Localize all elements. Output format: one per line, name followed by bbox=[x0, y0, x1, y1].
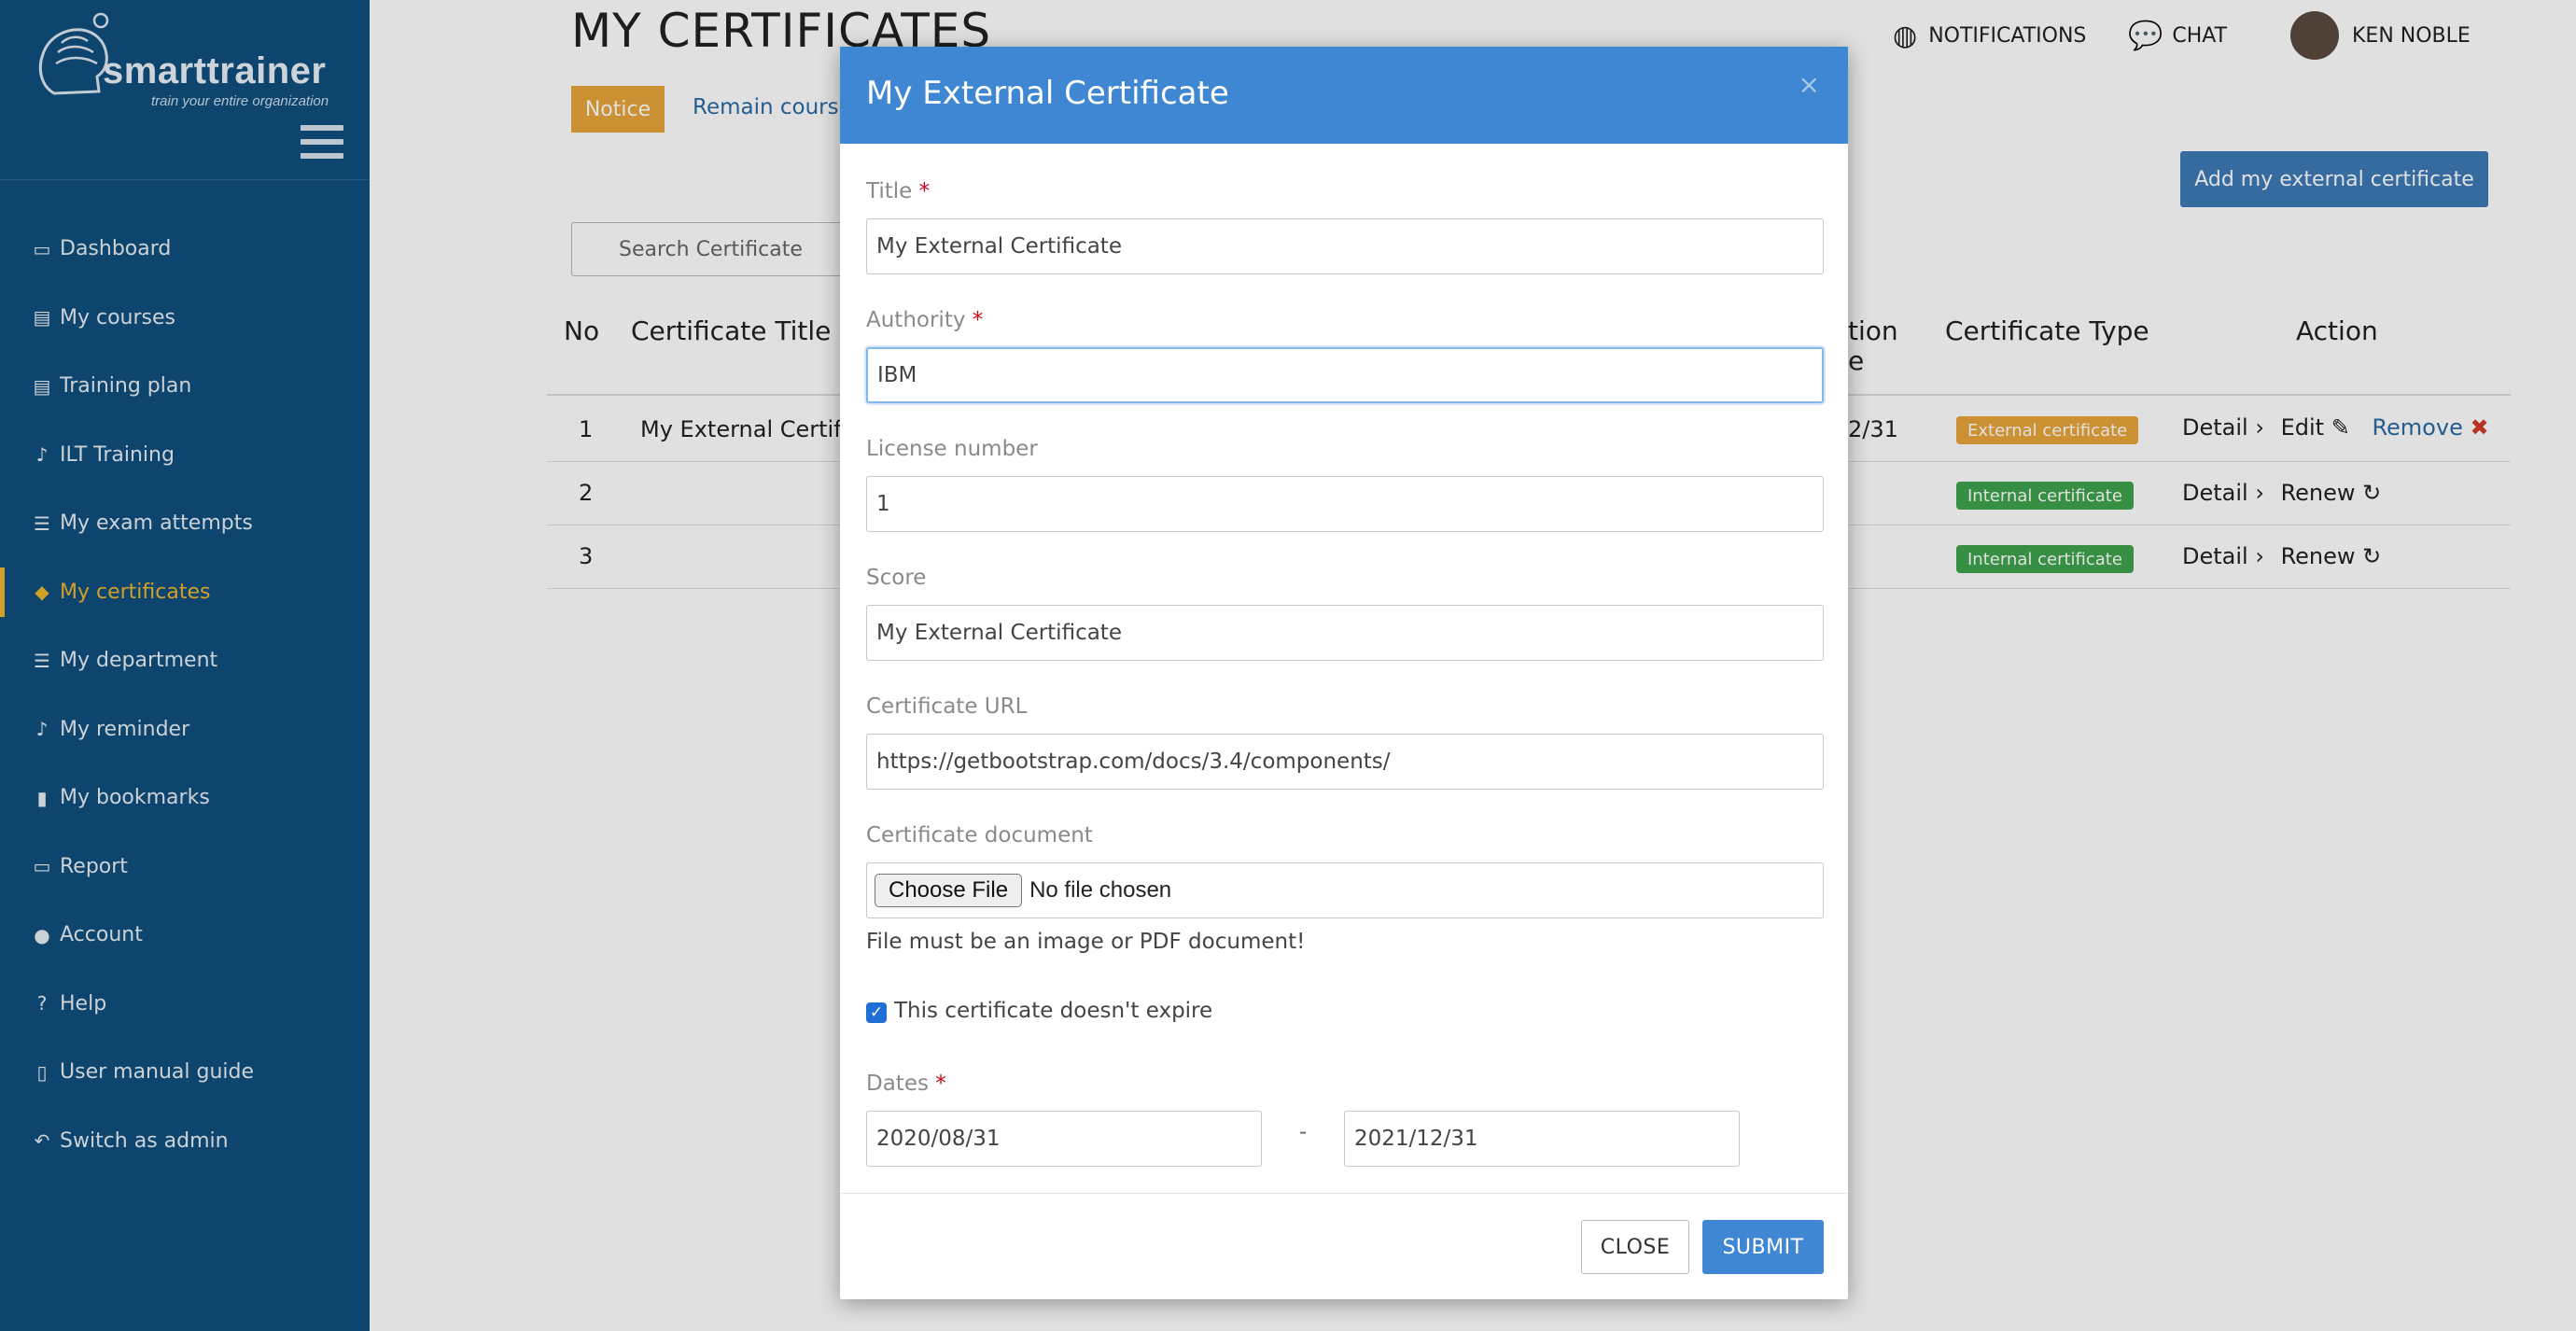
close-icon[interactable]: × bbox=[1799, 69, 1820, 100]
license-number-input[interactable]: 1 bbox=[866, 476, 1824, 532]
certificate-url-label: Certificate URL bbox=[866, 694, 1028, 719]
start-date-input[interactable]: 2020/08/31 bbox=[866, 1111, 1262, 1167]
modal-header: My External Certificate × bbox=[840, 47, 1848, 144]
date-range-separator: - bbox=[1299, 1120, 1308, 1144]
close-button[interactable]: CLOSE bbox=[1581, 1220, 1689, 1274]
title-label: Title * bbox=[866, 179, 931, 203]
certificate-document-file-input: Choose File No file chosen bbox=[866, 862, 1824, 918]
certificate-url-input[interactable]: https://getbootstrap.com/docs/3.4/compon… bbox=[866, 734, 1824, 790]
modal-footer: CLOSE SUBMIT bbox=[840, 1193, 1848, 1299]
license-number-label: License number bbox=[866, 437, 1038, 461]
certificate-document-label: Certificate document bbox=[866, 823, 1093, 848]
modal-title: My External Certificate bbox=[866, 75, 1229, 112]
file-status-text: No file chosen bbox=[1029, 877, 1172, 903]
score-label: Score bbox=[866, 566, 927, 590]
dates-label: Dates * bbox=[866, 1072, 946, 1096]
score-input[interactable]: My External Certificate bbox=[866, 605, 1824, 661]
authority-label: Authority * bbox=[866, 308, 984, 332]
file-help-text: File must be an image or PDF document! bbox=[866, 930, 1306, 954]
no-expire-label: This certificate doesn't expire bbox=[894, 999, 1213, 1023]
no-expire-checkbox[interactable]: ✓ bbox=[866, 1002, 887, 1023]
choose-file-button[interactable]: Choose File bbox=[875, 874, 1023, 907]
no-expire-checkbox-row[interactable]: ✓ This certificate doesn't expire bbox=[866, 999, 1212, 1023]
external-certificate-modal: My External Certificate × Title * My Ext… bbox=[840, 47, 1848, 1299]
end-date-input[interactable]: 2021/12/31 bbox=[1344, 1111, 1740, 1167]
title-input[interactable]: My External Certificate bbox=[866, 218, 1824, 274]
submit-button[interactable]: SUBMIT bbox=[1702, 1220, 1824, 1274]
authority-input[interactable]: IBM bbox=[866, 347, 1824, 403]
